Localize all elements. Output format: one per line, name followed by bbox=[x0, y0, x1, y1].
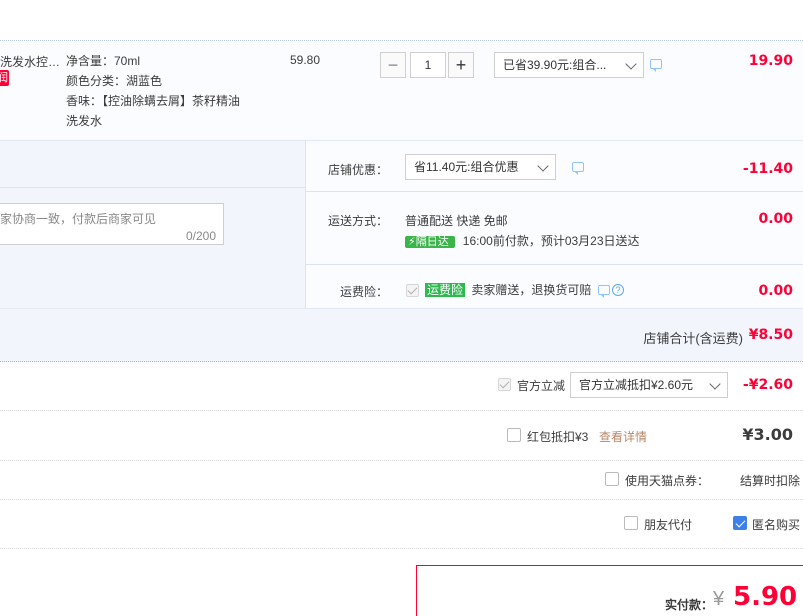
chat-icon[interactable] bbox=[650, 59, 662, 72]
insurance-info: 运费险 卖家赠送，退换货可赔 bbox=[425, 281, 591, 298]
redpacket-details-link[interactable]: 查看详情 bbox=[599, 428, 647, 445]
qty-input[interactable]: 1 bbox=[410, 52, 446, 78]
check-icon bbox=[499, 378, 510, 389]
redpacket-label: 红包抵扣¥3 bbox=[527, 430, 589, 444]
attr-scent-cont: 洗发水 bbox=[66, 114, 103, 128]
official-discount-label: 官方立减 bbox=[517, 379, 566, 393]
shop-discount-amount: -11.40 bbox=[742, 161, 793, 177]
product-tag: 润 bbox=[0, 70, 9, 86]
shipping-eta-row: ⚡隔日达 16:00前付款，预计03月23日送达 bbox=[405, 232, 640, 249]
redpacket-amount: ¥3.00 bbox=[742, 425, 793, 444]
product-attributes: 净含量：70ml 颜色分类：湖蓝色 香味：【控油除螨去屑】茶籽精油 洗发水 bbox=[66, 51, 256, 131]
help-icon[interactable]: ? bbox=[612, 284, 624, 296]
shipping-method: 普通配送 快递 免邮 bbox=[405, 214, 508, 228]
product-row: 洗发水控… 润 净含量：70ml 颜色分类：湖蓝色 香味：【控油除螨去屑】茶籽精… bbox=[0, 40, 803, 141]
chevron-down-icon bbox=[709, 378, 721, 390]
divider bbox=[0, 548, 803, 550]
insurance-text: 卖家赠送，退换货可赔 bbox=[471, 283, 592, 297]
official-discount-select[interactable]: 官方立减抵扣¥2.60元 bbox=[570, 372, 728, 398]
next-day-badge: ⚡隔日达 bbox=[405, 236, 455, 248]
shop-discount-label: 店铺优惠： bbox=[327, 163, 388, 177]
shipping-amount: 0.00 bbox=[758, 211, 793, 227]
buyer-message-input[interactable]: 家协商一致，付款后商家可见 0/200 bbox=[0, 203, 224, 245]
insurance-checkbox[interactable] bbox=[406, 284, 419, 297]
check-icon bbox=[407, 284, 418, 295]
redpacket-checkbox[interactable] bbox=[507, 428, 521, 442]
friend-pay-label: 朋友代付 bbox=[644, 518, 693, 532]
divider bbox=[0, 460, 803, 462]
insurance-amount: 0.00 bbox=[758, 283, 793, 299]
bolt-icon: ⚡ bbox=[408, 236, 416, 248]
official-discount-amount: -¥2.60 bbox=[742, 377, 793, 393]
shop-discount-select[interactable]: 省11.40元:组合优惠 bbox=[405, 154, 556, 180]
insurance-label: 运费险： bbox=[339, 285, 388, 299]
tmall-points-label: 使用天猫点券： bbox=[625, 474, 710, 488]
qty-plus-button[interactable]: + bbox=[448, 52, 474, 78]
qty-minus-button[interactable]: − bbox=[380, 52, 406, 78]
anonymous-checkbox[interactable] bbox=[733, 516, 747, 530]
tmall-points-note: 结算时扣除 bbox=[740, 474, 801, 488]
check-icon bbox=[735, 517, 746, 528]
divider bbox=[306, 264, 803, 265]
friend-pay-checkbox[interactable] bbox=[624, 516, 638, 530]
tmall-points-checkbox[interactable] bbox=[605, 472, 619, 486]
shop-section: 家协商一致，付款后商家可见 0/200 店铺优惠： 省11.40元:组合优惠 -… bbox=[0, 140, 803, 309]
product-title[interactable]: 洗发水控… bbox=[0, 53, 60, 70]
product-subtotal: 19.90 bbox=[748, 53, 793, 69]
divider bbox=[0, 410, 803, 412]
message-char-count: 0/200 bbox=[185, 229, 216, 243]
shop-options-panel: 店铺优惠： 省11.40元:组合优惠 -11.40 运送方式： 普通配送 快递 … bbox=[306, 141, 803, 309]
divider bbox=[0, 499, 803, 501]
message-placeholder: 家协商一致，付款后商家可见 bbox=[0, 212, 157, 226]
divider bbox=[0, 187, 305, 188]
pay-label: 实付款： bbox=[665, 598, 714, 612]
shop-total-row: 店铺合计(含运费) ¥8.50 bbox=[0, 308, 803, 362]
insurance-badge: 运费险 bbox=[425, 283, 466, 297]
attr-color: 颜色分类：湖蓝色 bbox=[66, 74, 163, 88]
product-promo-select[interactable]: 已省39.90元:组合... bbox=[494, 52, 644, 78]
chat-icon[interactable] bbox=[598, 285, 610, 298]
chevron-down-icon bbox=[625, 58, 637, 70]
shipping-label: 运送方式： bbox=[327, 214, 388, 228]
shop-total-label: 店铺合计(含运费) bbox=[643, 331, 743, 346]
attr-net-content: 净含量：70ml bbox=[66, 54, 141, 68]
chevron-down-icon bbox=[537, 160, 549, 172]
divider bbox=[306, 191, 803, 192]
anonymous-label: 匿名购买 bbox=[752, 518, 801, 532]
unit-price: 59.80 bbox=[290, 53, 321, 67]
official-discount-checkbox[interactable] bbox=[498, 378, 511, 391]
attr-scent: 香味：【控油除螨去屑】茶籽精油 bbox=[66, 94, 241, 108]
payment-summary-box: 实付款： ¥ 5.90 bbox=[416, 565, 803, 616]
chat-icon[interactable] bbox=[572, 162, 584, 175]
pay-amount: 5.90 bbox=[733, 582, 798, 612]
pay-currency: ¥ bbox=[713, 588, 725, 610]
shop-total-amount: ¥8.50 bbox=[748, 327, 793, 343]
shipping-eta: 16:00前付款，预计03月23日送达 bbox=[462, 234, 640, 248]
